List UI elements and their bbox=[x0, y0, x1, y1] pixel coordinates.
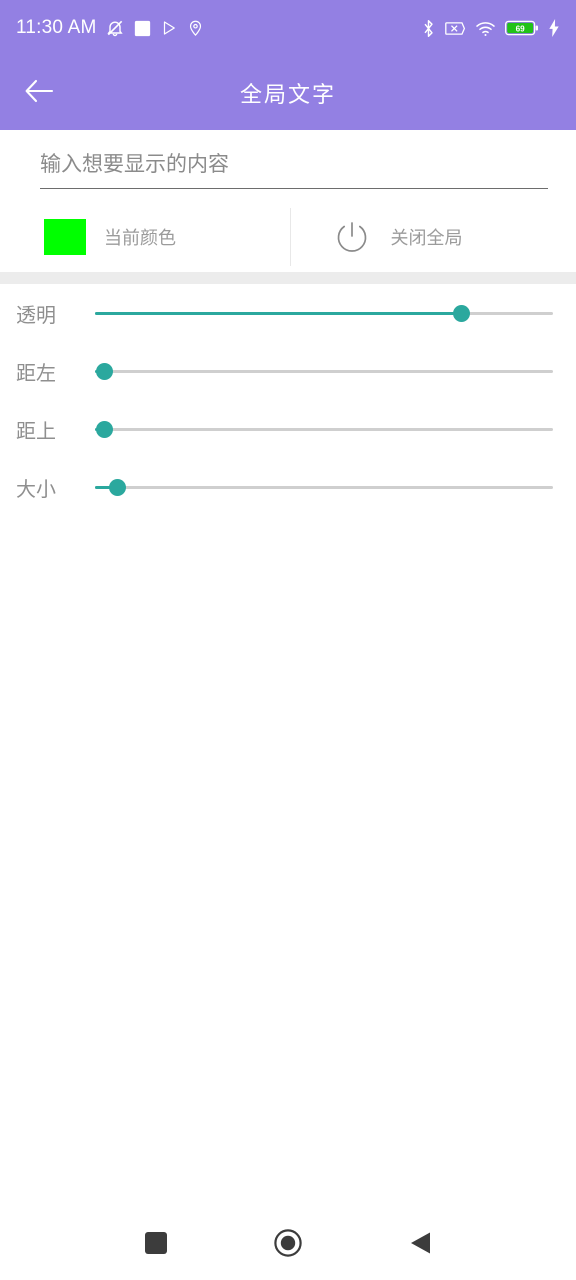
content-text-input[interactable] bbox=[40, 144, 548, 186]
charging-bolt-icon bbox=[548, 19, 560, 37]
triangle-left-icon bbox=[409, 1231, 431, 1260]
arrow-left-icon bbox=[24, 78, 54, 109]
color-swatch-icon bbox=[44, 219, 86, 255]
slider-row-left-offset: 距左 bbox=[0, 342, 576, 400]
slider-thumb[interactable] bbox=[95, 363, 113, 380]
slider-track bbox=[95, 485, 553, 489]
battery-icon: 69 bbox=[505, 19, 539, 37]
bell-mute-icon bbox=[105, 18, 125, 38]
back-navigation-button[interactable] bbox=[16, 70, 62, 116]
app-bar: 全局文字 bbox=[0, 56, 576, 130]
section-separator bbox=[0, 272, 576, 284]
slider-track bbox=[95, 427, 553, 431]
home-button[interactable] bbox=[261, 1218, 315, 1272]
bluetooth-icon bbox=[421, 19, 436, 38]
current-color-button[interactable]: 当前颜色 bbox=[0, 202, 290, 272]
slider-label-left-offset: 距左 bbox=[16, 362, 56, 385]
close-global-label: 关闭全局 bbox=[390, 228, 463, 248]
battery-level-text: 69 bbox=[516, 24, 526, 33]
slider-row-size: 大小 bbox=[0, 458, 576, 516]
wifi-icon bbox=[475, 20, 496, 37]
slider-list: 透明 距左 距上 大小 bbox=[0, 284, 576, 516]
play-store-icon bbox=[160, 19, 178, 37]
slider-label-transparency: 透明 bbox=[16, 304, 56, 327]
white-square-icon bbox=[134, 20, 151, 37]
location-pin-icon bbox=[187, 19, 204, 37]
page-title: 全局文字 bbox=[239, 82, 336, 107]
slider-fill bbox=[95, 311, 462, 315]
status-clock: 11:30 AM bbox=[16, 17, 97, 38]
slider-thumb[interactable] bbox=[95, 421, 113, 438]
current-color-label: 当前颜色 bbox=[104, 228, 176, 248]
slider-transparency[interactable] bbox=[95, 298, 553, 328]
back-button[interactable] bbox=[393, 1218, 447, 1272]
circle-icon bbox=[274, 1228, 302, 1262]
content-input-section bbox=[0, 130, 576, 202]
sim-x-icon bbox=[445, 20, 466, 37]
slider-left-offset[interactable] bbox=[95, 356, 553, 386]
square-icon bbox=[145, 1231, 167, 1259]
status-bar-right: 69 bbox=[421, 19, 560, 38]
close-global-button[interactable]: 关闭全局 bbox=[291, 202, 576, 272]
slider-thumb[interactable] bbox=[452, 305, 470, 322]
slider-label-top-offset: 距上 bbox=[16, 420, 56, 443]
slider-track bbox=[95, 369, 553, 373]
slider-row-top-offset: 距上 bbox=[0, 400, 576, 458]
input-underline bbox=[40, 188, 548, 189]
slider-size[interactable] bbox=[95, 472, 553, 502]
action-row: 当前颜色 关闭全局 bbox=[0, 202, 576, 272]
system-navigation-bar bbox=[0, 1210, 576, 1280]
status-bar: 11:30 AM 69 bbox=[0, 0, 576, 56]
slider-label-size: 大小 bbox=[16, 478, 56, 501]
slider-thumb[interactable] bbox=[109, 479, 127, 496]
slider-row-transparency: 透明 bbox=[0, 284, 576, 342]
status-bar-left: 11:30 AM bbox=[16, 17, 204, 39]
recents-button[interactable] bbox=[129, 1218, 183, 1272]
phone-screen: 11:30 AM 69 全局文字 输入想要显示的内容 当前颜色 关闭全局 透明 … bbox=[0, 0, 576, 1280]
power-icon bbox=[331, 216, 373, 258]
slider-top-offset[interactable] bbox=[95, 414, 553, 444]
